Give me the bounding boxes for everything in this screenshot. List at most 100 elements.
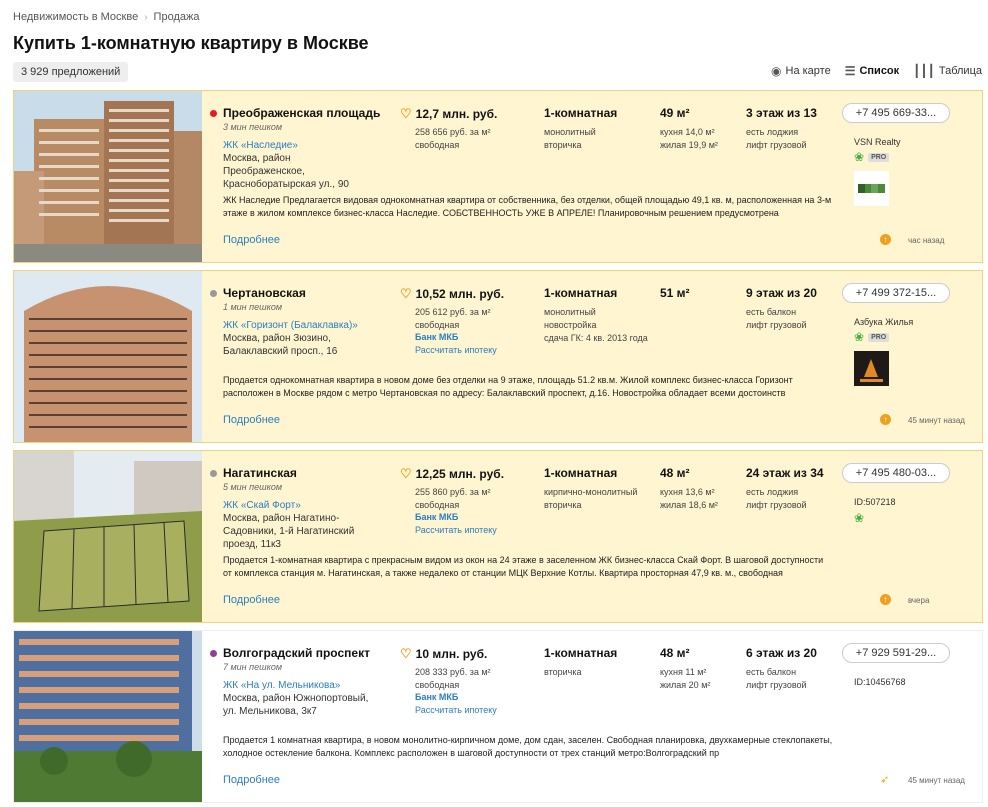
address: Москва, район Преображенское, Краснобора…	[223, 153, 349, 190]
more-link[interactable]: Подробнее	[223, 414, 280, 426]
chevron-right-icon: ›	[144, 11, 148, 23]
area: 51 м²	[660, 286, 690, 300]
metro-station[interactable]: Нагатинская	[210, 466, 297, 480]
award-icon: ❀	[854, 330, 865, 344]
price: ♡ 10,52 млн. руб.	[400, 286, 505, 302]
address: Москва, район Южнопортовый, ул. Мельнико…	[223, 693, 369, 717]
floor-details: есть балкон лифт грузовой	[746, 667, 807, 690]
price: ♡ 10 млн. руб.	[400, 646, 488, 662]
listing-photo[interactable]	[14, 451, 202, 622]
mortgage-link[interactable]: Рассчитать ипотеку	[415, 525, 497, 535]
description: Продается однокомнатная квартира в новом…	[223, 375, 793, 398]
complex-link[interactable]: ЖК «Горизонт (Балаклавка)»	[223, 320, 358, 331]
phone-button[interactable]: +7 929 591-29...	[842, 643, 950, 663]
pro-badge: PRO	[868, 152, 890, 162]
description: Продается 1-комнатная квартира с прекрас…	[223, 555, 824, 578]
rooms: 1-комнатная	[544, 646, 618, 660]
listing-side: +7 929 591-29... ID:10456768 ➶ 45 минут …	[842, 631, 982, 802]
price-details: 255 860 руб. за м² свободная	[415, 487, 491, 510]
agent-name[interactable]: Азбука Жилья	[854, 317, 913, 327]
description: Продается 1 комнатная квартира, в новом …	[223, 735, 833, 758]
listing-photo[interactable]	[14, 631, 202, 802]
area-details: кухня 11 м² жилая 20 м²	[660, 667, 711, 690]
favorite-heart-icon[interactable]: ♡	[400, 466, 412, 482]
publish-time: вчера	[908, 596, 930, 605]
area-details: кухня 14,0 м² жилая 19,9 м²	[660, 127, 718, 150]
area: 48 м²	[660, 466, 690, 480]
floor: 6 этаж из 20	[746, 646, 817, 660]
listing-card[interactable]: Нагатинская 5 мин пешком ЖК «Скай Форт» …	[13, 450, 983, 623]
bank-label[interactable]: Банк МКБ	[415, 692, 458, 702]
breadcrumb-item-sale[interactable]: Продажа	[154, 11, 200, 23]
list-icon: ☰	[844, 64, 856, 78]
agent-logo[interactable]	[854, 171, 889, 206]
rocket-icon[interactable]: ➶	[880, 773, 889, 786]
agent-badges: ❀ PRO	[854, 330, 890, 344]
bump-up-icon[interactable]: ↑	[880, 234, 891, 245]
building-type: монолитный вторичка	[544, 127, 596, 150]
metro-line-icon	[210, 469, 217, 477]
listing-card[interactable]: Чертановская 1 мин пешком ЖК «Горизонт (…	[13, 270, 983, 443]
award-icon: ❀	[854, 511, 865, 525]
listing-id: ID:10456768	[854, 677, 906, 687]
listing-card[interactable]: Волгоградский проспект 7 мин пешком ЖК «…	[13, 630, 983, 803]
listing-photo[interactable]	[14, 91, 202, 262]
rooms: 1-комнатная	[544, 286, 618, 300]
map-pin-icon: ◉	[771, 64, 782, 78]
walk-time: 5 мин пешком	[223, 482, 282, 492]
floor-details: есть лоджия лифт грузовой	[746, 127, 807, 150]
walk-time: 7 мин пешком	[223, 662, 282, 672]
more-link[interactable]: Подробнее	[223, 774, 280, 786]
floor-details: есть лоджия лифт грузовой	[746, 487, 807, 510]
mortgage-link[interactable]: Рассчитать ипотеку	[415, 345, 497, 355]
building-photo	[14, 631, 202, 802]
favorite-heart-icon[interactable]: ♡	[400, 286, 412, 302]
listing-side: +7 495 480-03... ID:507218 ❀ ↑ вчера	[842, 451, 982, 622]
more-link[interactable]: Подробнее	[223, 234, 280, 246]
listing-side: +7 495 669-33... VSN Realty ❀ PRO ↑ час …	[842, 91, 982, 262]
bump-up-icon[interactable]: ↑	[880, 414, 891, 425]
breadcrumb-item-realty[interactable]: Недвижимость в Москве	[13, 11, 138, 23]
listing-photo[interactable]	[14, 271, 202, 442]
mortgage-link[interactable]: Рассчитать ипотеку	[415, 705, 497, 715]
offers-count-badge: 3 929 предложений	[13, 62, 129, 82]
view-table-button[interactable]: ┃┃┃ Таблица	[913, 64, 982, 78]
building-photo	[14, 451, 202, 622]
description: ЖК Наследие Предлагается видовая одноком…	[223, 195, 832, 218]
agent-name[interactable]: VSN Realty	[854, 137, 901, 147]
bump-up-icon[interactable]: ↑	[880, 594, 891, 605]
complex-link[interactable]: ЖК «Скай Форт»	[223, 500, 301, 511]
phone-button[interactable]: +7 495 669-33...	[842, 103, 950, 123]
metro-station[interactable]: Чертановская	[210, 286, 306, 300]
listing-info: Нагатинская 5 мин пешком ЖК «Скай Форт» …	[210, 451, 840, 622]
rooms: 1-комнатная	[544, 106, 618, 120]
building-photo	[14, 91, 202, 262]
agent-logo[interactable]	[854, 351, 889, 386]
view-list-button[interactable]: ☰ Список	[845, 64, 899, 78]
building-type: вторичка	[544, 667, 582, 677]
metro-station[interactable]: Преображенская площадь	[210, 106, 380, 120]
complex-link[interactable]: ЖК «На ул. Мельникова»	[223, 680, 340, 691]
metro-station[interactable]: Волгоградский проспект	[210, 646, 370, 660]
listing-info: Волгоградский проспект 7 мин пешком ЖК «…	[210, 631, 840, 802]
phone-button[interactable]: +7 499 372-15...	[842, 283, 950, 303]
floor-details: есть балкон лифт грузовой	[746, 307, 807, 330]
favorite-heart-icon[interactable]: ♡	[400, 106, 412, 122]
phone-button[interactable]: +7 495 480-03...	[842, 463, 950, 483]
agent-badges: ❀	[854, 511, 864, 525]
address: Москва, район Нагатино-Садовники, 1-й На…	[223, 513, 355, 550]
bank-label[interactable]: Банк МКБ	[415, 512, 458, 522]
page: { "breadcrumbs": ["Недвижимость в Москве…	[0, 0, 988, 807]
more-link[interactable]: Подробнее	[223, 594, 280, 606]
bank-label[interactable]: Банк МКБ	[415, 332, 458, 342]
complex-link[interactable]: ЖК «Наследие»	[223, 140, 298, 151]
floor: 3 этаж из 13	[746, 106, 817, 120]
listing-info: Чертановская 1 мин пешком ЖК «Горизонт (…	[210, 271, 840, 442]
favorite-heart-icon[interactable]: ♡	[400, 646, 412, 662]
price: ♡ 12,25 млн. руб.	[400, 466, 505, 482]
view-map-button[interactable]: ◉ На карте	[771, 64, 831, 78]
floor: 9 этаж из 20	[746, 286, 817, 300]
building-photo	[14, 271, 202, 442]
pro-badge: PRO	[868, 332, 890, 342]
listing-card[interactable]: Преображенская площадь 3 мин пешком ЖК «…	[13, 90, 983, 263]
